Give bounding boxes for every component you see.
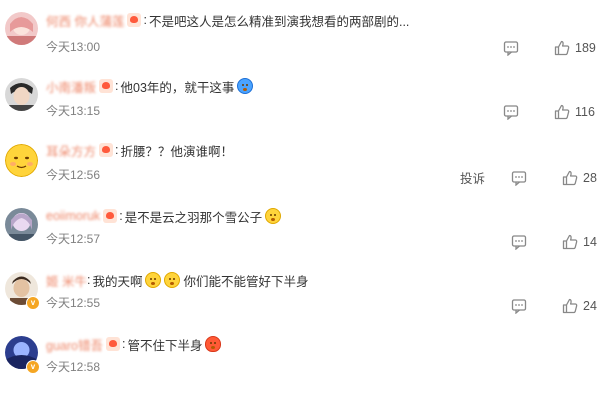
avatar[interactable] (5, 208, 38, 241)
like-button[interactable]: 14 (562, 232, 597, 252)
timestamp: 今天12:57 (46, 232, 101, 246)
like-count: 24 (583, 299, 597, 313)
comment-item: v guaro错吾: 管不住下半身 今天12:58 (0, 332, 616, 394)
doraemon-emoji-icon (237, 78, 254, 94)
username[interactable]: 耳朵方方 (46, 141, 96, 160)
comment-item: 小南潘叛: 他03年的，就干这事 今天13:15 116 (0, 74, 616, 136)
like-button[interactable]: 24 (562, 296, 597, 316)
laugh-emoji-icon (145, 272, 162, 288)
comment-line: 耳朵方方: 折腰？？他演谁啊！ (46, 140, 233, 160)
comment-text: 我的天啊 (92, 274, 143, 289)
comment-action[interactable] (503, 38, 519, 58)
timestamp: 今天13:15 (46, 104, 101, 118)
thumbs-up-icon (562, 234, 578, 250)
fire-emoji-icon (205, 336, 222, 352)
comment-line: 何西 你人蒲莲: 不是吧这人是怎么精准到演我想看的两部剧的... (46, 10, 409, 30)
comment-action[interactable] (511, 232, 527, 252)
fan-badge-icon (103, 209, 118, 223)
like-count: 189 (575, 41, 596, 55)
comment-icon[interactable] (511, 298, 527, 314)
comment-text: 不是吧这人是怎么精准到演我想看的两部剧的... (148, 14, 410, 29)
comment-action[interactable] (503, 102, 519, 122)
like-button[interactable]: 116 (554, 102, 595, 122)
username[interactable]: guaro错吾 (46, 335, 103, 354)
thumbs-up-icon (562, 298, 578, 314)
comment-line: eoiimoruk: 是不是云之羽那个雪公子 (46, 206, 282, 226)
like-count: 116 (575, 105, 595, 119)
comment-text: 他03年的，就干这事 (120, 80, 235, 95)
comment-line: 小南潘叛: 他03年的，就干这事 (46, 76, 254, 96)
timestamp: 今天12:58 (46, 360, 101, 374)
report-button[interactable]: 投诉 (460, 168, 485, 187)
comment-feed: 何西 你人蒲莲: 不是吧这人是怎么精准到演我想看的两部剧的... 今天13:00 … (0, 0, 616, 374)
username[interactable]: 何西 你人蒲莲 (46, 11, 124, 30)
comment-text: 是不是云之羽那个雪公子 (124, 210, 263, 225)
username[interactable]: 小南潘叛 (46, 77, 96, 96)
like-count: 14 (583, 235, 597, 249)
timestamp: 今天13:00 (46, 40, 101, 54)
like-count: 28 (583, 171, 597, 185)
comment-item: 何西 你人蒲莲: 不是吧这人是怎么精准到演我想看的两部剧的... 今天13:00 … (0, 8, 616, 70)
comment-line: 姬 米牛: 我的天啊 你们能不能管好下半身 (46, 270, 309, 290)
comment-icon[interactable] (511, 234, 527, 250)
thumbs-up-icon (562, 170, 578, 186)
username[interactable]: 姬 米牛 (46, 271, 87, 290)
comment-icon[interactable] (503, 104, 519, 120)
fan-badge-icon (99, 143, 114, 157)
comment-item: eoiimoruk: 是不是云之羽那个雪公子 今天12:57 14 (0, 204, 616, 266)
verified-badge-icon: v (26, 360, 40, 374)
fan-badge-icon (105, 337, 120, 351)
avatar[interactable] (5, 12, 38, 45)
timestamp: 今天12:55 (46, 296, 101, 310)
fan-badge-icon (127, 13, 142, 27)
timestamp: 今天12:56 (46, 168, 101, 182)
comment-text-continued: 你们能不能管好下半身 (183, 274, 309, 289)
surprised-emoji-icon (265, 208, 282, 224)
avatar[interactable] (5, 144, 38, 177)
avatar[interactable] (5, 78, 38, 111)
comment-icon[interactable] (511, 170, 527, 186)
username[interactable]: eoiimoruk (46, 209, 100, 223)
comment-action[interactable] (511, 296, 527, 316)
comment-action[interactable] (511, 168, 527, 188)
fan-badge-icon (99, 79, 114, 93)
comment-icon[interactable] (503, 40, 519, 56)
comment-item: v 姬 米牛: 我的天啊 你们能不能管好下半身 今天12:55 24 (0, 268, 616, 330)
comment-item: 耳朵方方: 折腰？？他演谁啊！ 今天12:56 投诉 28 (0, 140, 616, 202)
comment-text: 管不住下半身 (127, 338, 203, 353)
verified-badge-icon: v (26, 296, 40, 310)
like-button[interactable]: 28 (562, 168, 597, 188)
comment-line: guaro错吾: 管不住下半身 (46, 334, 222, 354)
laugh-emoji-icon (164, 272, 181, 288)
like-button[interactable]: 189 (554, 38, 596, 58)
thumbs-up-icon (554, 104, 570, 120)
thumbs-up-icon (554, 40, 570, 56)
comment-text: 折腰？？他演谁啊！ (120, 144, 234, 159)
